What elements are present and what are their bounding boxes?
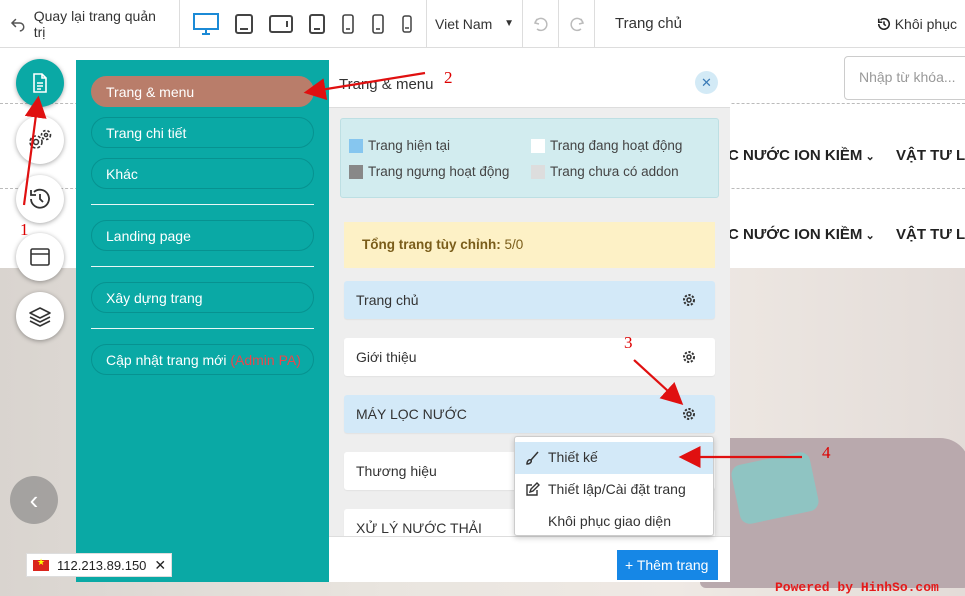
swatch-active bbox=[531, 138, 545, 153]
layers-tool-button[interactable] bbox=[16, 292, 64, 340]
menu-other[interactable]: Khác bbox=[91, 158, 314, 189]
side-menu-panel: Trang & menu Trang chi tiết Khác Landing… bbox=[76, 60, 329, 582]
history-icon bbox=[877, 17, 890, 30]
pages-panel-footer: + Thêm trang bbox=[329, 536, 730, 582]
swatch-no-addon bbox=[531, 164, 545, 179]
legend-current: Trang hiện tại bbox=[349, 138, 450, 153]
plus-icon: + bbox=[625, 557, 634, 573]
site-search-input[interactable]: Nhập từ khóa... bbox=[844, 56, 965, 100]
menu-restore-theme[interactable]: Khôi phục giao diện bbox=[515, 506, 713, 535]
custom-page-total: Tổng trang tùy chỉnh: 5/0 bbox=[344, 222, 715, 268]
menu-page-builder[interactable]: Xây dựng trang bbox=[91, 282, 314, 313]
phone-small-icon[interactable] bbox=[400, 14, 414, 34]
back-to-admin-button[interactable]: Quay lại trang quản trị bbox=[0, 0, 180, 48]
caret-down-icon: ▼ bbox=[504, 18, 514, 29]
legend-no-addon: Trang chưa có addon bbox=[531, 164, 679, 179]
restore-label: Khôi phục bbox=[894, 15, 957, 32]
redo-button[interactable] bbox=[559, 0, 595, 48]
menu-divider bbox=[91, 204, 314, 205]
tablet-landscape-icon[interactable] bbox=[234, 13, 254, 35]
gear-icon[interactable] bbox=[681, 292, 697, 308]
layout-tool-button[interactable] bbox=[16, 233, 64, 281]
page-row-about[interactable]: Giới thiệu bbox=[344, 338, 715, 376]
back-label: Quay lại trang quản trị bbox=[33, 7, 156, 40]
brush-icon bbox=[526, 451, 539, 465]
add-page-button[interactable]: + Thêm trang bbox=[617, 550, 718, 580]
slider-prev-button[interactable]: ‹ bbox=[10, 476, 58, 524]
site-nav-item[interactable]: C NƯỚC ION KIỀM ⌄ bbox=[728, 226, 875, 243]
page-row-home[interactable]: Trang chủ bbox=[344, 281, 715, 319]
phone-medium-icon[interactable] bbox=[370, 13, 386, 35]
annotation-1: 1 bbox=[20, 220, 29, 239]
gear-icon[interactable] bbox=[681, 406, 697, 422]
chevron-left-icon: ‹ bbox=[29, 484, 39, 515]
ip-address: 112.213.89.150 bbox=[57, 557, 147, 573]
menu-divider bbox=[91, 266, 314, 267]
device-switcher bbox=[180, 0, 427, 48]
history-tool-button[interactable] bbox=[16, 175, 64, 223]
annotation-2: 2 bbox=[444, 68, 453, 87]
swatch-inactive bbox=[349, 164, 363, 179]
close-panel-button[interactable]: ✕ bbox=[695, 71, 718, 94]
page-icon bbox=[33, 73, 47, 93]
gear-icon[interactable] bbox=[681, 349, 697, 365]
window-icon bbox=[30, 248, 50, 266]
tablet-icon[interactable] bbox=[268, 14, 294, 34]
menu-landing-page[interactable]: Landing page bbox=[91, 220, 314, 251]
admin-tag: (Admin PA) bbox=[230, 352, 301, 368]
pages-panel-header: Trang & menu ✕ bbox=[329, 60, 730, 108]
phablet-icon[interactable] bbox=[308, 13, 326, 35]
swatch-current bbox=[349, 138, 363, 153]
language-select[interactable]: Viet Nam ▼ bbox=[427, 0, 523, 48]
menu-update-new-page[interactable]: Cập nhật trang mới (Admin PA) bbox=[91, 344, 314, 375]
menu-divider bbox=[91, 328, 314, 329]
site-nav-item[interactable]: VẬT TƯ LI bbox=[896, 226, 965, 243]
ip-badge: 112.213.89.150 ✕ bbox=[26, 553, 172, 577]
legend-inactive: Trang ngưng hoạt động bbox=[349, 164, 509, 179]
redo-icon bbox=[569, 17, 584, 31]
page-row-water-purifier[interactable]: MÁY LỌC NƯỚC bbox=[344, 395, 715, 433]
phone-large-icon[interactable] bbox=[340, 13, 356, 35]
undo-icon bbox=[533, 17, 548, 31]
settings-tool-button[interactable] bbox=[16, 116, 64, 164]
pages-tool-button[interactable] bbox=[16, 59, 64, 107]
site-nav-item[interactable]: C NƯỚC ION KIỀM ⌄ bbox=[728, 147, 875, 164]
language-value: Viet Nam bbox=[435, 15, 493, 32]
site-nav-item[interactable]: VẬT TƯ LI bbox=[896, 147, 965, 164]
top-toolbar: Quay lại trang quản trị Viet Nam ▼ Trang… bbox=[0, 0, 965, 48]
menu-page-settings[interactable]: Thiết lập/Cài đặt trang bbox=[515, 474, 713, 506]
desktop-icon[interactable] bbox=[192, 12, 220, 36]
restore-button[interactable]: Khôi phục bbox=[877, 16, 965, 32]
vietnam-flag-icon bbox=[33, 557, 49, 571]
page-context-menu: Thiết kế Thiết lập/Cài đặt trang Khôi ph… bbox=[514, 436, 714, 536]
close-icon: ✕ bbox=[701, 74, 712, 90]
pages-panel-title: Trang & menu bbox=[339, 76, 434, 93]
legend-active: Trang đang hoạt động bbox=[531, 138, 682, 153]
edit-icon bbox=[526, 482, 540, 496]
menu-pages-and-menu[interactable]: Trang & menu bbox=[91, 76, 314, 107]
back-arrow-icon bbox=[10, 18, 25, 32]
current-page-name: Trang chủ bbox=[615, 15, 682, 32]
gears-icon bbox=[29, 129, 52, 149]
annotation-3: 3 bbox=[624, 333, 633, 352]
watermark: Powered by HinhSo.com bbox=[775, 580, 939, 595]
close-icon[interactable]: ✕ bbox=[154, 557, 166, 574]
annotation-4: 4 bbox=[822, 443, 831, 462]
menu-design[interactable]: Thiết kế bbox=[515, 442, 713, 474]
page-legend: Trang hiện tại Trang đang hoạt động Tran… bbox=[340, 118, 719, 198]
undo-button[interactable] bbox=[523, 0, 559, 48]
history-icon bbox=[30, 188, 50, 209]
menu-detail-pages[interactable]: Trang chi tiết bbox=[91, 117, 314, 148]
layers-icon bbox=[29, 307, 51, 327]
